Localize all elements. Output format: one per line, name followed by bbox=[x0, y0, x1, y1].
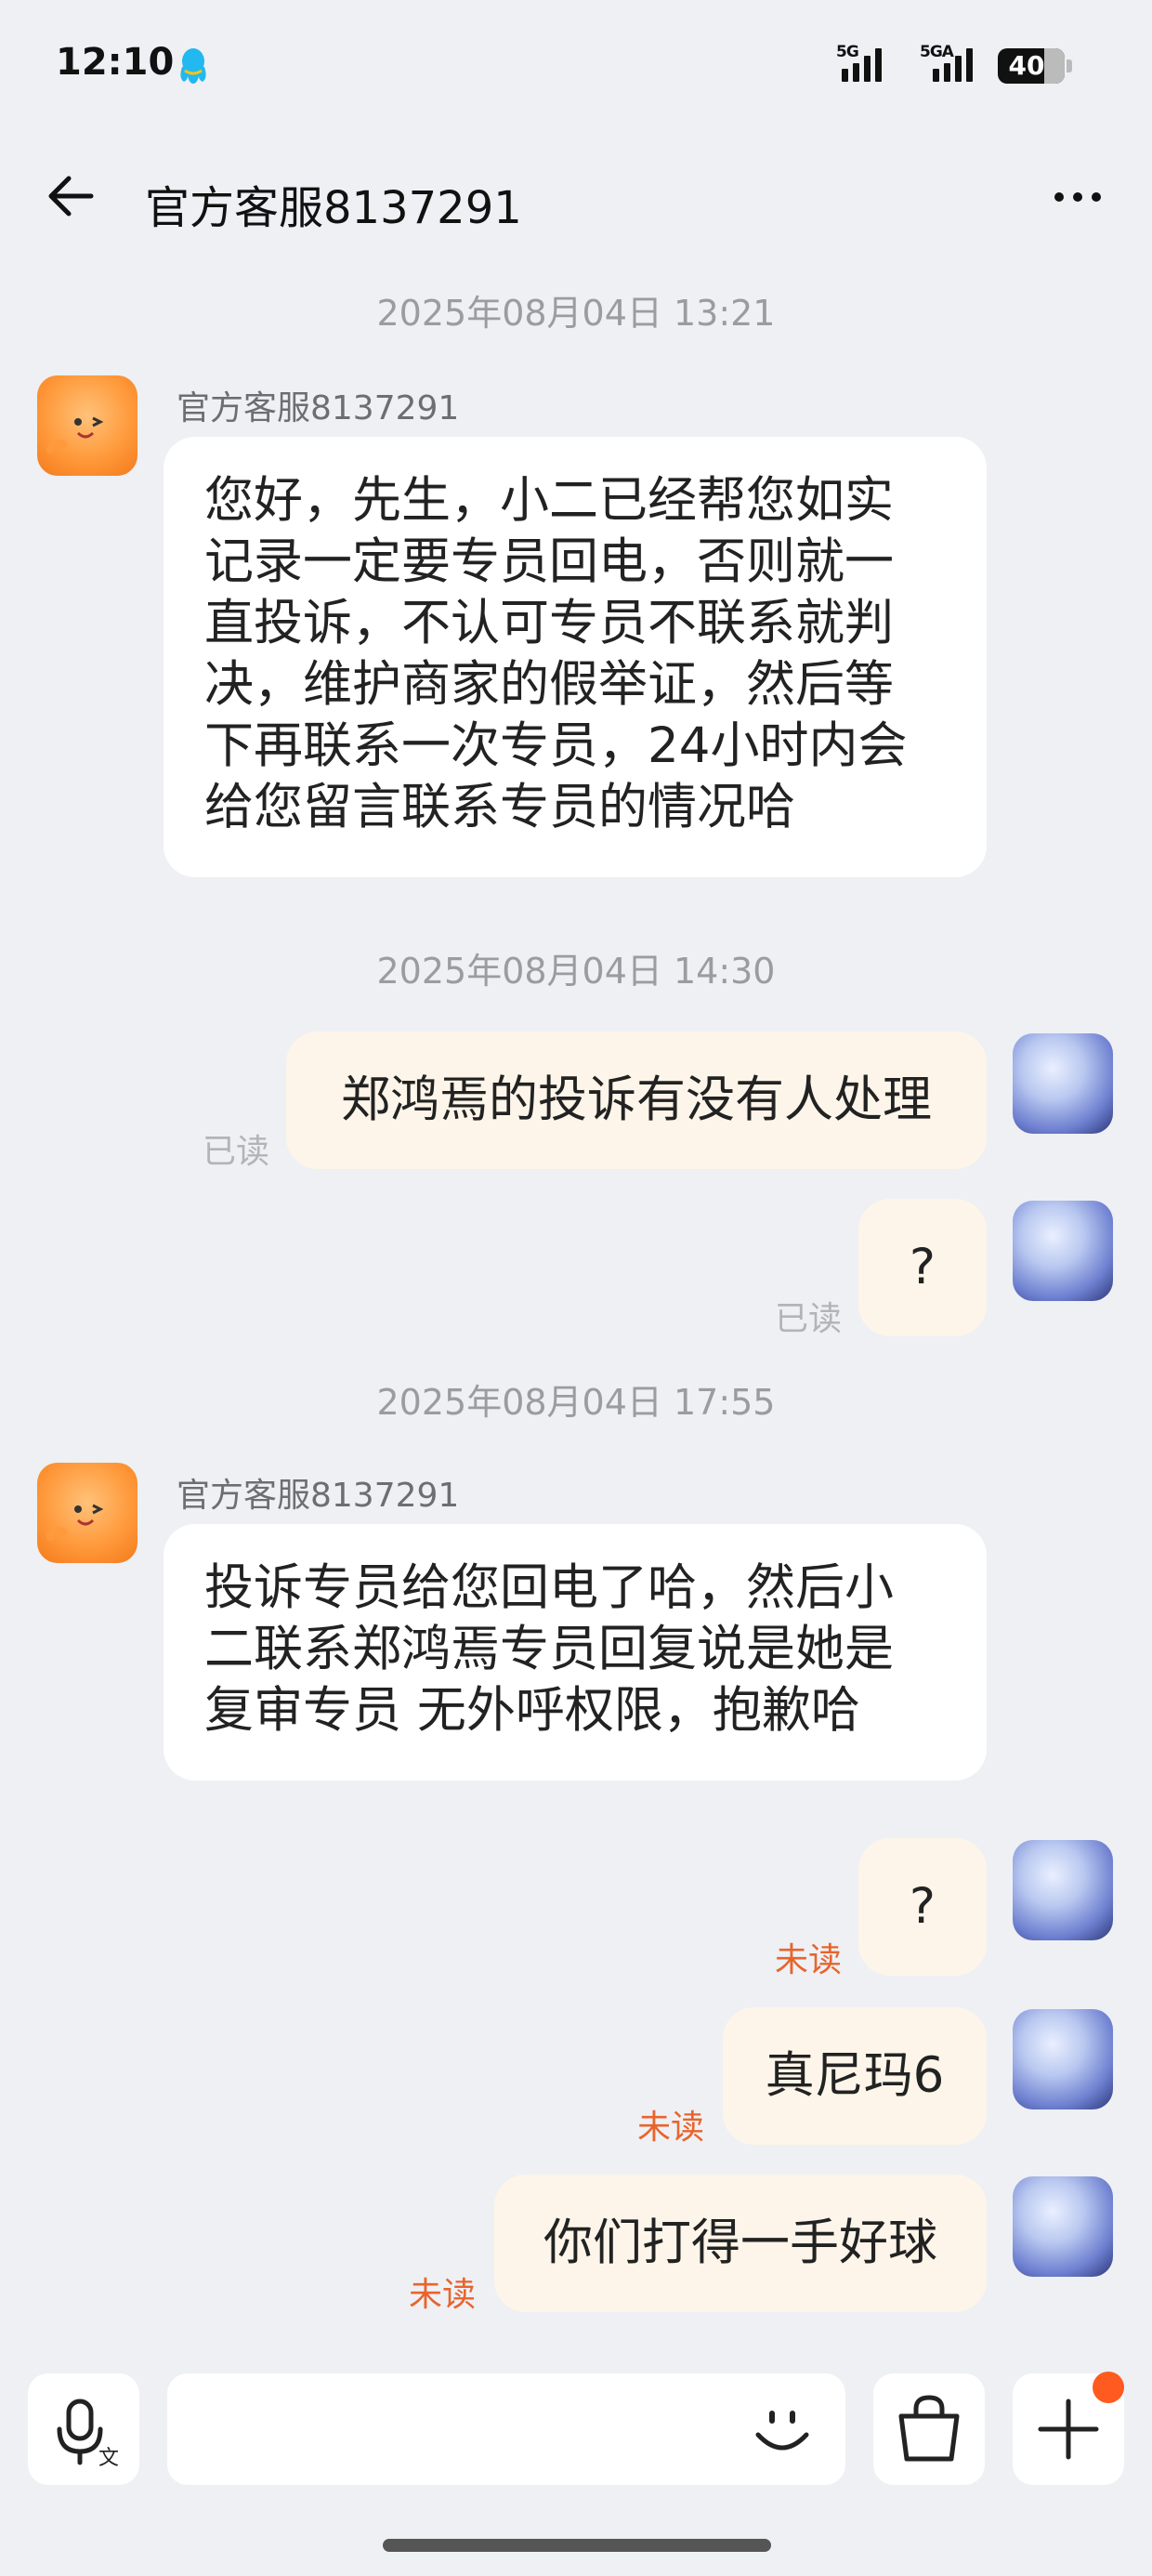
shopping-bag-icon bbox=[898, 2395, 960, 2462]
user-avatar[interactable] bbox=[1013, 1033, 1113, 1134]
battery-icon: 40 bbox=[998, 48, 1065, 84]
voice-to-text-icon: 文 bbox=[57, 2399, 119, 2470]
user-avatar[interactable] bbox=[1013, 1201, 1113, 1301]
more-icon[interactable] bbox=[1050, 186, 1106, 208]
timestamp: 2025年08月04日 17:55 bbox=[376, 1382, 776, 1423]
message-line: 投诉专员给您回电了哈，然后小 bbox=[204, 1559, 894, 1616]
message-line: 二联系郑鸿焉专员回复说是她是 bbox=[204, 1621, 894, 1677]
outgoing-message-bubble[interactable]: ? bbox=[858, 1199, 987, 1336]
message-line: 复审专员 无外呼权限，抱歉哈 bbox=[204, 1682, 860, 1739]
user-avatar[interactable] bbox=[1013, 1840, 1113, 1940]
unread-status: 未读 bbox=[775, 1941, 843, 1979]
message-line: 您好，先生，小二已经帮您如实 bbox=[204, 472, 894, 529]
signal-icon: 5GA bbox=[920, 43, 985, 85]
signal-icon: 5G bbox=[836, 43, 896, 85]
home-indicator[interactable] bbox=[383, 2539, 771, 2552]
agent-avatar[interactable] bbox=[37, 375, 137, 476]
status-time: 12:10 bbox=[56, 41, 175, 84]
outgoing-message-bubble[interactable]: 郑鸿焉的投诉有没有人处理 bbox=[286, 1032, 987, 1169]
outgoing-message-bubble[interactable]: ? bbox=[858, 1838, 987, 1976]
svg-text:文: 文 bbox=[98, 2447, 119, 2470]
voice-to-text-button[interactable]: 文 bbox=[28, 2373, 139, 2485]
outgoing-message-bubble[interactable]: 真尼玛6 bbox=[723, 2007, 987, 2145]
unread-status: 未读 bbox=[637, 2109, 705, 2147]
message-line: 给您留言联系专员的情况哈 bbox=[204, 779, 795, 835]
message-line: 直投诉，不认可专员不联系就判 bbox=[204, 595, 894, 651]
sender-name: 官方客服8137291 bbox=[177, 1477, 460, 1515]
mascot-icon bbox=[46, 1504, 104, 1541]
sender-name: 官方客服8137291 bbox=[177, 389, 460, 427]
emoji-icon[interactable] bbox=[749, 2396, 816, 2463]
chat-title: 官方客服8137291 bbox=[145, 182, 522, 234]
message-line: 决，维护商家的假举证，然后等 bbox=[204, 656, 894, 713]
user-avatar[interactable] bbox=[1013, 2009, 1113, 2109]
unread-status: 未读 bbox=[409, 2276, 477, 2314]
agent-avatar[interactable] bbox=[37, 1463, 137, 1563]
message-line: 记录一定要专员回电，否则就一 bbox=[204, 533, 894, 590]
message-line: 下再联系一次专员，24小时内会 bbox=[204, 717, 908, 774]
back-arrow-icon[interactable] bbox=[43, 167, 100, 225]
mascot-icon bbox=[46, 416, 104, 453]
timestamp: 2025年08月04日 14:30 bbox=[376, 951, 776, 992]
battery-cap bbox=[1067, 59, 1072, 72]
qq-icon bbox=[180, 48, 206, 84]
read-status: 已读 bbox=[775, 1300, 843, 1338]
shop-button[interactable] bbox=[873, 2373, 985, 2485]
user-avatar[interactable] bbox=[1013, 2176, 1113, 2277]
timestamp: 2025年08月04日 13:21 bbox=[376, 293, 776, 334]
notification-badge bbox=[1093, 2372, 1124, 2403]
read-status: 已读 bbox=[203, 1133, 270, 1171]
incoming-message-bubble[interactable]: 投诉专员给您回电了哈，然后小 二联系郑鸿焉专员回复说是她是 复审专员 无外呼权限… bbox=[164, 1524, 987, 1781]
message-input[interactable] bbox=[167, 2373, 845, 2485]
incoming-message-bubble[interactable]: 您好，先生，小二已经帮您如实 记录一定要专员回电，否则就一 直投诉，不认可专员不… bbox=[164, 437, 987, 877]
outgoing-message-bubble[interactable]: 你们打得一手好球 bbox=[494, 2175, 987, 2312]
